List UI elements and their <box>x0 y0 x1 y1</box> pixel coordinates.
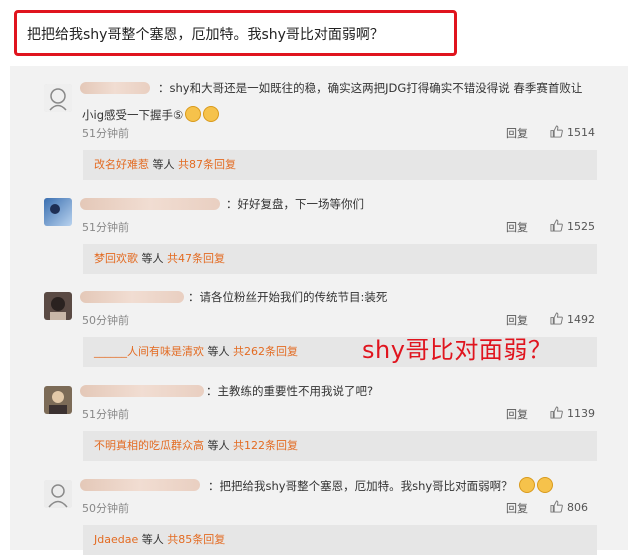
reply-count[interactable]: 共47条回复 <box>167 252 225 265</box>
blurred-username[interactable] <box>80 385 204 397</box>
grin-emoji-icon <box>536 477 553 493</box>
comment-time: 51分钟前 <box>82 127 129 140</box>
reply-button[interactable]: 回复 <box>506 406 528 422</box>
reply-button[interactable]: 回复 <box>506 219 528 235</box>
grin-emoji-icon <box>203 106 220 122</box>
reply-user[interactable]: Jdaedae <box>94 533 138 546</box>
avatar[interactable] <box>44 198 72 226</box>
reply-user[interactable]: 梦回欢歌 <box>94 252 138 265</box>
avatar[interactable] <box>44 480 72 508</box>
comment-text: ：好好复盘，下一场等你们 <box>226 197 364 211</box>
reply-mid-text: 等人 <box>204 439 233 452</box>
comment-time: 50分钟前 <box>82 502 129 515</box>
reply-summary[interactable]: 不明真相的吃瓜群众高 等人 共122条回复 <box>83 431 597 461</box>
reply-summary[interactable]: 改名好难惹 等人 共87条回复 <box>83 150 597 180</box>
reply-button[interactable]: 回复 <box>506 125 528 141</box>
reply-user[interactable]: 改名好难惹 <box>94 158 149 171</box>
blurred-username[interactable] <box>80 198 220 210</box>
like-count: 806 <box>567 501 588 514</box>
grin-emoji-icon <box>518 477 535 493</box>
reply-user[interactable]: ______人间有味是清欢 <box>94 345 204 358</box>
thumbs-up-icon <box>550 312 563 325</box>
like-button[interactable]: 1139 <box>550 406 595 420</box>
thumbs-up-icon <box>550 125 563 138</box>
thumbs-up-icon <box>550 406 563 419</box>
thumbs-up-icon <box>550 219 563 232</box>
reply-mid-text: 等人 <box>138 533 168 546</box>
grin-emoji-icon <box>185 106 202 122</box>
reply-count[interactable]: 共87条回复 <box>178 158 236 171</box>
overlay-caption: shy哥比对面弱？ <box>362 336 553 364</box>
reply-mid-text: 等人 <box>204 345 233 358</box>
avatar[interactable] <box>44 292 72 320</box>
like-button[interactable]: 806 <box>550 500 588 514</box>
reply-summary[interactable]: 梦回欢歌 等人 共47条回复 <box>83 244 597 274</box>
reply-button[interactable]: 回复 <box>506 500 528 516</box>
like-count: 1525 <box>567 220 595 233</box>
avatar[interactable] <box>44 84 72 112</box>
comment-text: ：把把给我shy哥整个塞恩，厄加特。我shy哥比对面弱啊？ <box>208 477 553 494</box>
comment-text: ：shy和大哥还是一如既往的稳，确实这两把JDG打得确实不错没得说 春季赛首败让 <box>158 81 583 95</box>
blurred-username[interactable] <box>80 82 150 94</box>
reply-count[interactable]: 共85条回复 <box>167 533 225 546</box>
comment-panel: ：shy和大哥还是一如既往的稳，确实这两把JDG打得确实不错没得说 春季赛首败让… <box>10 66 628 555</box>
reply-count[interactable]: 共122条回复 <box>233 439 298 452</box>
comment-time: 51分钟前 <box>82 408 129 421</box>
reply-mid-text: 等人 <box>149 158 178 171</box>
post-text: 把把给我shy哥整个塞恩，厄加特。我shy哥比对面弱啊？ <box>27 27 384 43</box>
comment-text: ：主教练的重要性不用我说了吧? <box>206 384 374 398</box>
comment-time: 51分钟前 <box>82 221 129 234</box>
comment-text: ：请各位粉丝开始我们的传统节目:装死 <box>188 290 388 304</box>
like-count: 1139 <box>567 407 595 420</box>
like-button[interactable]: 1514 <box>550 125 595 139</box>
avatar[interactable] <box>44 386 72 414</box>
reply-button[interactable]: 回复 <box>506 312 528 328</box>
blurred-username[interactable] <box>80 291 184 303</box>
like-button[interactable]: 1525 <box>550 219 595 233</box>
comment-time: 50分钟前 <box>82 314 129 327</box>
highlighted-post: 把把给我shy哥整个塞恩，厄加特。我shy哥比对面弱啊？ <box>14 10 457 56</box>
reply-user[interactable]: 不明真相的吃瓜群众高 <box>94 439 204 452</box>
thumbs-up-icon <box>550 500 563 513</box>
blurred-username[interactable] <box>80 479 200 491</box>
comment-text-continued: 小ig感受一下握手⑤ <box>82 106 220 123</box>
like-count: 1514 <box>567 126 595 139</box>
like-button[interactable]: 1492 <box>550 312 595 326</box>
like-count: 1492 <box>567 313 595 326</box>
reply-count[interactable]: 共262条回复 <box>233 345 298 358</box>
reply-mid-text: 等人 <box>138 252 167 265</box>
reply-summary[interactable]: Jdaedae 等人 共85条回复 <box>83 525 597 555</box>
